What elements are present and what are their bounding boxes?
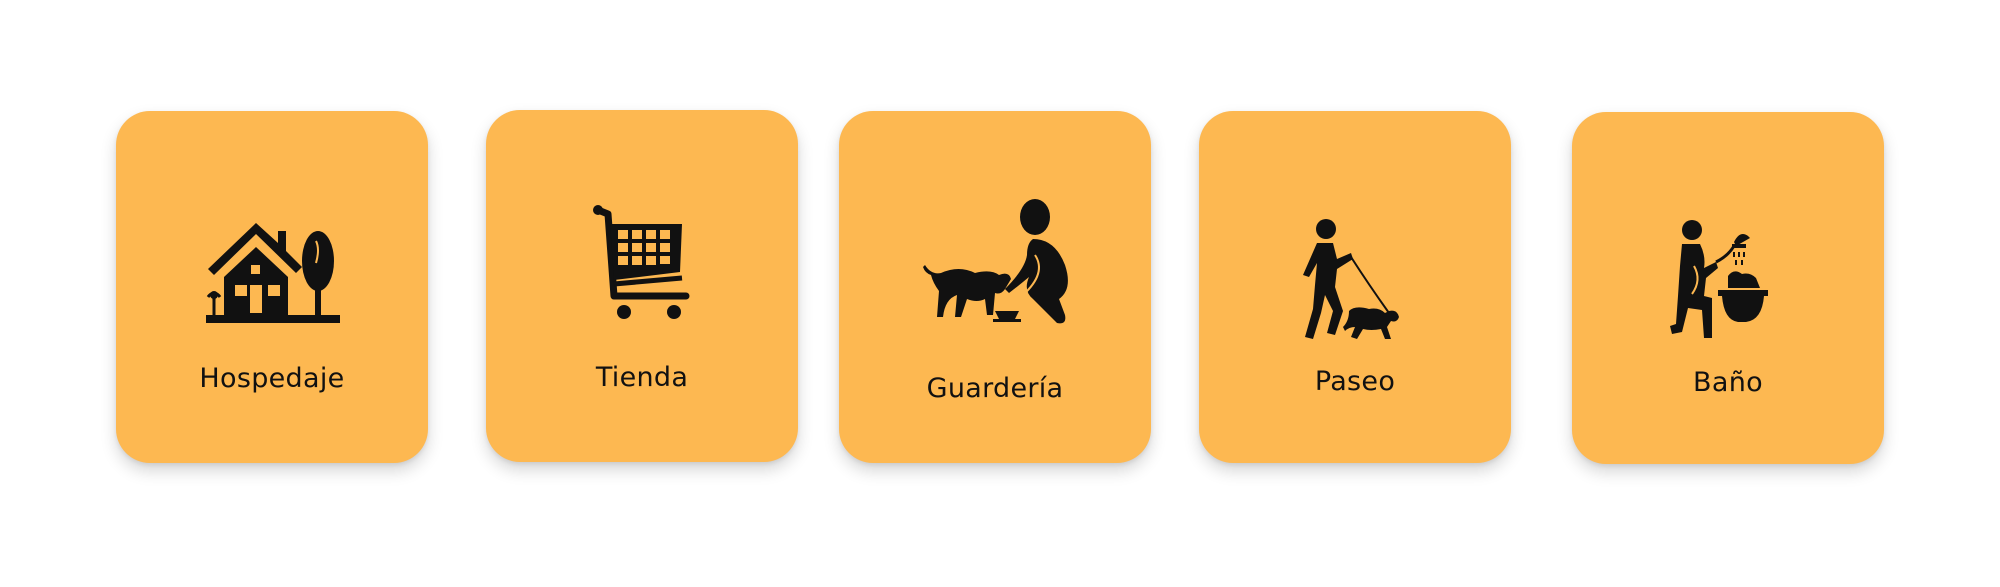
service-label: Tienda — [595, 362, 689, 393]
service-card-guarderia[interactable]: Guardería — [839, 111, 1151, 463]
service-card-hospedaje[interactable]: Hospedaje — [116, 111, 428, 463]
shopping-cart-icon — [552, 200, 732, 340]
person-walking-dog-icon — [1265, 215, 1445, 355]
service-card-tienda[interactable]: Tienda — [486, 110, 798, 462]
service-label: Baño — [1693, 367, 1763, 398]
service-label: Paseo — [1314, 366, 1396, 397]
person-feeding-dog-icon — [905, 195, 1085, 335]
dog-bath-icon — [1638, 216, 1818, 356]
service-card-paseo[interactable]: Paseo — [1199, 111, 1511, 463]
house-icon — [182, 201, 362, 341]
service-label: Hospedaje — [199, 363, 345, 394]
service-card-bano[interactable]: Baño — [1572, 112, 1884, 464]
service-label: Guardería — [926, 373, 1064, 404]
